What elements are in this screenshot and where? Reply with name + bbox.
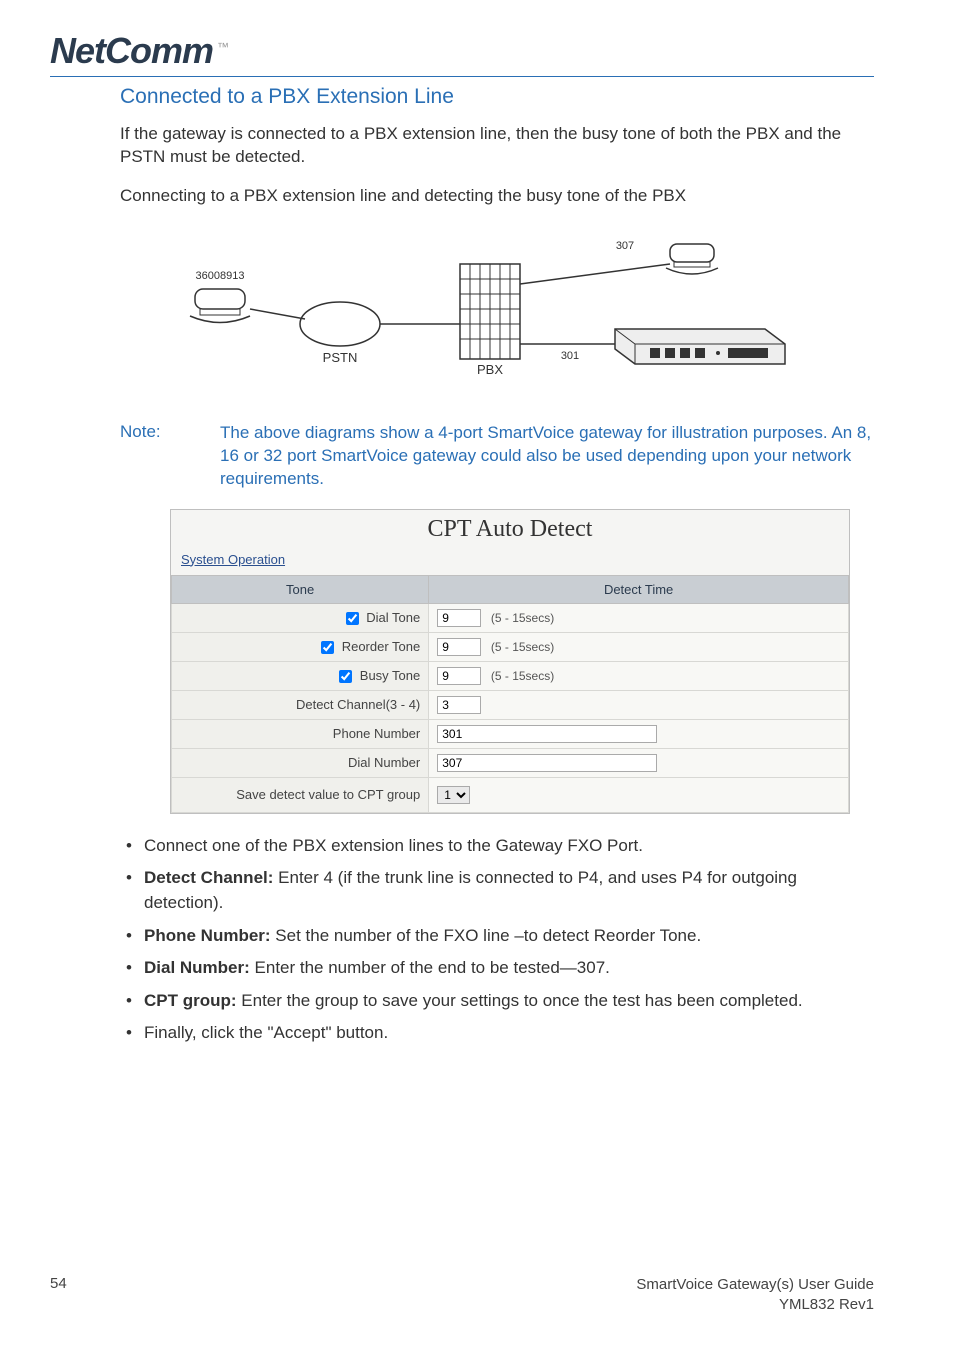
reorder-tone-input[interactable] — [437, 638, 481, 656]
dial-tone-label: Dial Tone — [366, 610, 420, 625]
pbx-tower-icon — [460, 264, 520, 359]
section-paragraph-2: Connecting to a PBX extension line and d… — [120, 185, 874, 208]
brand-logo: NetComm — [50, 30, 213, 72]
connection-diagram: 36008913 PSTN — [170, 224, 810, 404]
pstn-cloud-icon — [300, 302, 380, 346]
busy-tone-checkbox[interactable] — [339, 670, 352, 683]
detect-channel-input[interactable] — [437, 696, 481, 714]
dial-tone-hint: (5 - 15secs) — [491, 611, 554, 625]
dial-number-input[interactable] — [437, 754, 657, 772]
phone-number-input[interactable] — [437, 725, 657, 743]
cpt-auto-detect-panel: CPT Auto Detect System Operation Tone De… — [170, 509, 850, 814]
dial-tone-input[interactable] — [437, 609, 481, 627]
bullet-dial-number: Dial Number: Enter the number of the end… — [120, 956, 874, 981]
system-operation-link[interactable]: System Operation — [181, 552, 285, 567]
busy-tone-input[interactable] — [437, 667, 481, 685]
phone-307-icon — [666, 244, 718, 274]
footer-doc-id: YML832 Rev1 — [636, 1295, 874, 1315]
save-cpt-group-select[interactable]: 1 — [437, 786, 470, 804]
dial-number-label: Dial Number — [172, 748, 429, 777]
pstn-label: PSTN — [323, 350, 358, 365]
phone-number-label: Phone Number — [172, 719, 429, 748]
ext-301-label: 301 — [561, 350, 579, 362]
footer-guide-title: SmartVoice Gateway(s) User Guide — [636, 1275, 874, 1295]
ext-left-label: 36008913 — [196, 270, 245, 282]
reorder-tone-label: Reorder Tone — [342, 639, 421, 654]
instruction-list: Connect one of the PBX extension lines t… — [120, 834, 874, 1046]
ext-307-label: 307 — [616, 240, 634, 252]
note-label: Note: — [120, 422, 220, 491]
section-title: Connected to a PBX Extension Line — [120, 85, 874, 109]
bullet-connect: Connect one of the PBX extension lines t… — [120, 834, 874, 859]
reorder-tone-checkbox[interactable] — [321, 641, 334, 654]
trademark-symbol: ™ — [217, 40, 229, 54]
busy-tone-hint: (5 - 15secs) — [491, 669, 554, 683]
bullet-phone-number: Phone Number: Set the number of the FXO … — [120, 924, 874, 949]
bullet-accept: Finally, click the "Accept" button. — [120, 1021, 874, 1046]
reorder-tone-hint: (5 - 15secs) — [491, 640, 554, 654]
note-row: Note: The above diagrams show a 4-port S… — [120, 422, 874, 491]
page-footer: 54 SmartVoice Gateway(s) User Guide YML8… — [50, 1275, 874, 1314]
bullet-cpt-group: CPT group: Enter the group to save your … — [120, 989, 874, 1014]
cpt-panel-title: CPT Auto Detect — [171, 510, 849, 549]
brand-header: NetComm ™ — [50, 30, 874, 77]
col-detect-time-header: Detect Time — [429, 575, 849, 603]
page-number: 54 — [50, 1275, 67, 1314]
col-tone-header: Tone — [172, 575, 429, 603]
save-cpt-group-label: Save detect value to CPT group — [172, 777, 429, 812]
pbx-label: PBX — [477, 362, 503, 377]
bullet-detect-channel: Detect Channel: Enter 4 (if the trunk li… — [120, 866, 874, 915]
gateway-device-icon — [615, 329, 785, 364]
section-paragraph-1: If the gateway is connected to a PBX ext… — [120, 123, 874, 169]
dial-tone-checkbox[interactable] — [346, 612, 359, 625]
detect-channel-label: Detect Channel(3 - 4) — [172, 690, 429, 719]
phone-left-icon — [190, 289, 250, 323]
note-body: The above diagrams show a 4-port SmartVo… — [220, 422, 874, 491]
busy-tone-label: Busy Tone — [360, 668, 420, 683]
